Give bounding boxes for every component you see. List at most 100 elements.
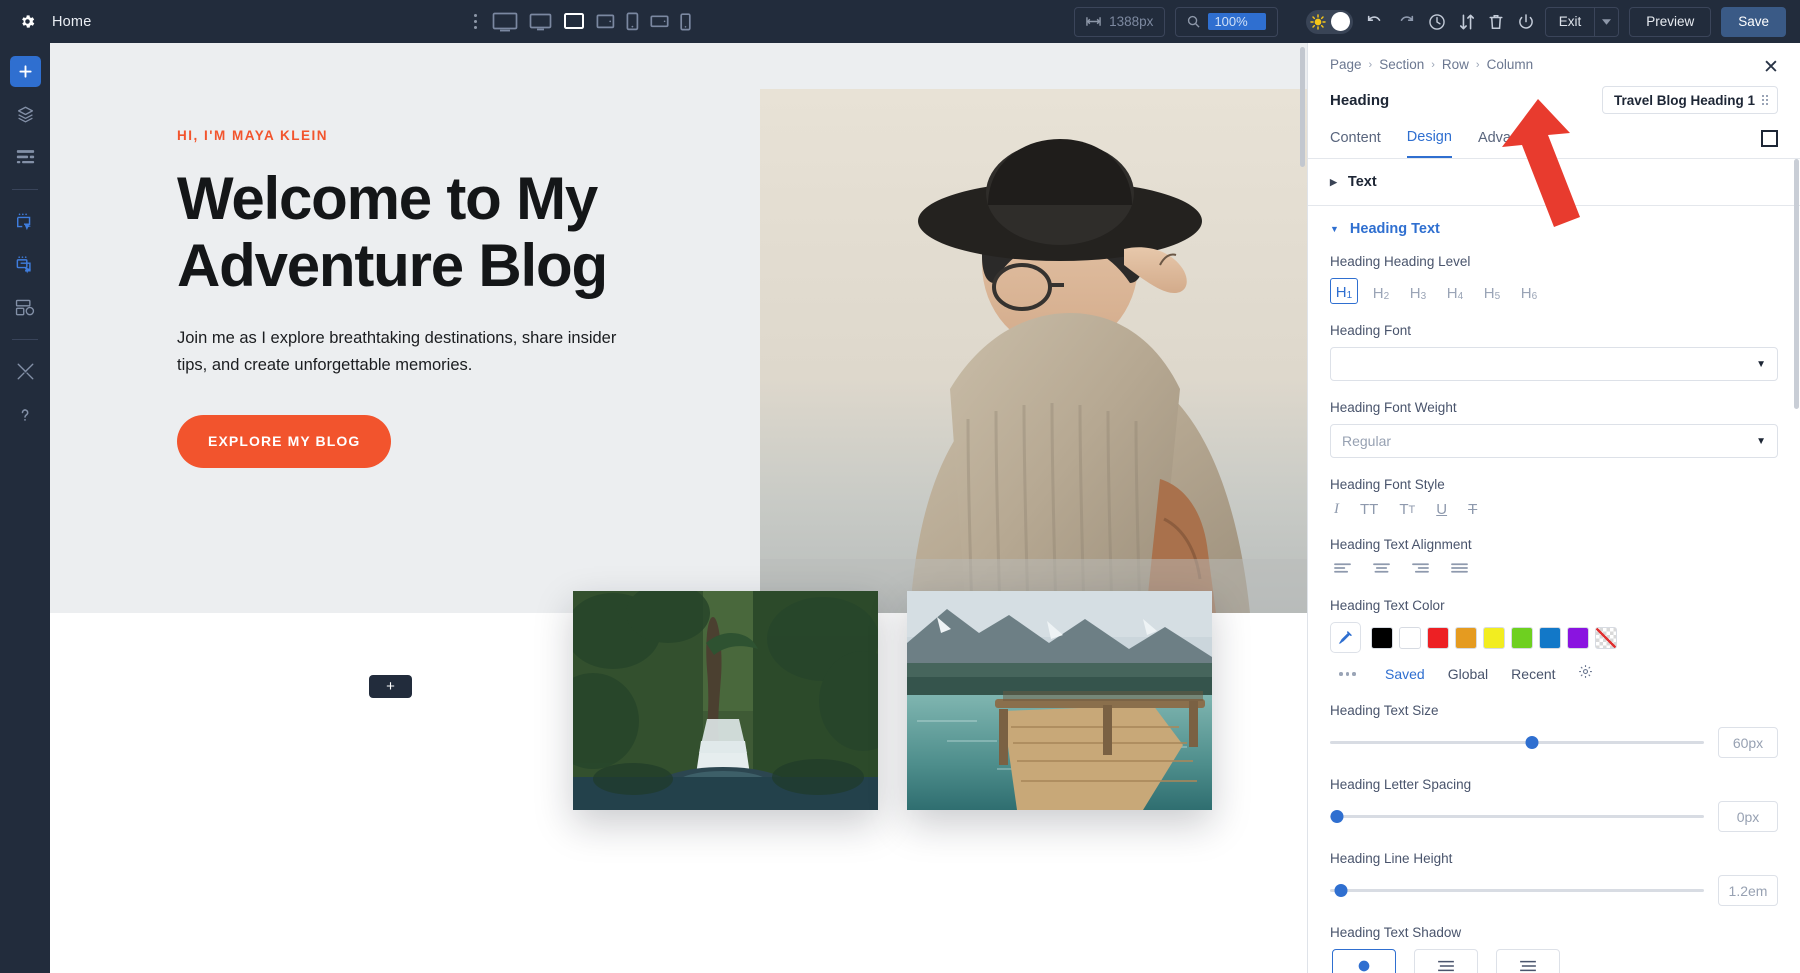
color-swatch-black[interactable]	[1371, 627, 1393, 649]
heading-text-size-slider[interactable]: 60px	[1330, 727, 1778, 758]
align-right-icon[interactable]	[1412, 561, 1429, 579]
color-swatch-yellow[interactable]	[1483, 627, 1505, 649]
power-icon[interactable]	[1517, 13, 1535, 31]
device-desktop-icon[interactable]	[492, 12, 518, 32]
help-icon[interactable]	[10, 399, 41, 430]
heading-level-h5[interactable]: H5	[1478, 278, 1506, 304]
heading-letter-spacing-slider[interactable]: 0px	[1330, 801, 1778, 832]
explore-my-blog-button[interactable]: EXPLORE MY BLOG	[177, 415, 391, 468]
panel-scroll-area[interactable]: ▶ Text ▼ Heading Text Heading Heading Le…	[1308, 159, 1800, 973]
color-swatch-green[interactable]	[1511, 627, 1533, 649]
breadcrumb-page[interactable]: Page	[1330, 57, 1362, 72]
gallery-image-waterfall[interactable]	[573, 591, 878, 810]
redo-icon[interactable]	[1397, 14, 1415, 29]
slider-track[interactable]	[1330, 889, 1704, 892]
text-shadow-preset-1[interactable]	[1414, 949, 1478, 973]
history-icon[interactable]	[1428, 13, 1446, 31]
slider-knob[interactable]	[1525, 736, 1538, 749]
chevron-down-icon[interactable]	[1594, 8, 1618, 36]
heading-level-h3[interactable]: H3	[1404, 278, 1432, 304]
module-badge[interactable]: Travel Blog Heading 1	[1602, 86, 1778, 114]
device-phone-landscape-icon[interactable]	[650, 15, 669, 28]
color-tab-global[interactable]: Global	[1448, 666, 1488, 682]
slider-knob[interactable]	[1335, 884, 1348, 897]
heading-level-h4[interactable]: H4	[1441, 278, 1469, 304]
color-tab-saved[interactable]: Saved	[1385, 666, 1425, 682]
device-tablet-landscape-icon[interactable]	[596, 14, 615, 29]
hero-text-column[interactable]: HI, I'M MAYA KLEIN Welcome to My Adventu…	[50, 43, 715, 613]
align-justify-icon[interactable]	[1451, 561, 1468, 579]
device-tablet-icon[interactable]	[626, 12, 639, 31]
settings-grid-icon[interactable]	[10, 292, 41, 323]
italic-icon[interactable]: I	[1334, 501, 1339, 518]
eyedropper-icon[interactable]	[1330, 622, 1361, 653]
more-colors-icon[interactable]	[1330, 672, 1365, 676]
add-section-button[interactable]: +	[369, 675, 412, 698]
color-swatch-white[interactable]	[1399, 627, 1421, 649]
zoom-field[interactable]: 100%	[1175, 7, 1277, 37]
sort-icon[interactable]	[1459, 13, 1475, 31]
section-heading-text[interactable]: ▼ Heading Text	[1308, 206, 1800, 252]
uppercase-icon[interactable]: TT	[1360, 501, 1378, 518]
heading-font-weight-select[interactable]: Regular ▼	[1330, 424, 1778, 458]
tab-content[interactable]: Content	[1330, 130, 1381, 157]
heading-line-height-value[interactable]: 1.2em	[1718, 875, 1778, 906]
heading-text-size-value[interactable]: 60px	[1718, 727, 1778, 758]
heading-letter-spacing-value[interactable]: 0px	[1718, 801, 1778, 832]
slider-knob[interactable]	[1331, 810, 1344, 823]
breadcrumb-column[interactable]: Column	[1487, 57, 1534, 72]
wireframe-toggle[interactable]	[1306, 10, 1353, 34]
heading-font-select[interactable]: ▼	[1330, 347, 1778, 381]
viewport-width-field[interactable]: 1388px	[1074, 7, 1165, 37]
fullscreen-toggle-icon[interactable]	[1761, 130, 1778, 147]
hero-paragraph[interactable]: Join me as I explore breathtaking destin…	[177, 325, 632, 378]
hero-heading[interactable]: Welcome to My Adventure Blog	[177, 165, 647, 299]
layers-icon[interactable]	[10, 99, 41, 130]
more-options-icon[interactable]	[474, 14, 477, 29]
trash-icon[interactable]	[1488, 13, 1504, 31]
slider-track[interactable]	[1330, 741, 1704, 744]
close-icon[interactable]: ✕	[1760, 56, 1782, 78]
text-shadow-preset-2[interactable]	[1496, 949, 1560, 973]
gear-icon[interactable]	[16, 11, 38, 33]
breadcrumb-row[interactable]: Row	[1442, 57, 1469, 72]
preview-button[interactable]: Preview	[1629, 7, 1711, 37]
color-swatch-orange[interactable]	[1455, 627, 1477, 649]
tab-advanced[interactable]: Advanced	[1478, 130, 1543, 157]
strikethrough-icon[interactable]: T	[1468, 501, 1477, 518]
duplicate-element-icon[interactable]	[10, 249, 41, 280]
heading-level-h1[interactable]: H1	[1330, 278, 1358, 304]
text-shadow-none[interactable]	[1332, 949, 1396, 973]
exit-button[interactable]: Exit	[1545, 7, 1620, 37]
heading-level-h2[interactable]: H2	[1367, 278, 1395, 304]
slider-track[interactable]	[1330, 815, 1704, 818]
panel-scrollbar[interactable]	[1794, 159, 1799, 409]
undo-icon[interactable]	[1366, 14, 1384, 29]
align-left-icon[interactable]	[1334, 561, 1351, 579]
color-swatch-blue[interactable]	[1539, 627, 1561, 649]
capitalize-icon[interactable]: TT	[1399, 501, 1415, 518]
select-element-icon[interactable]	[10, 206, 41, 237]
device-phone-icon[interactable]	[680, 13, 691, 31]
color-tab-recent[interactable]: Recent	[1511, 666, 1555, 682]
heading-level-h6[interactable]: H6	[1515, 278, 1543, 304]
page-canvas[interactable]: HI, I'M MAYA KLEIN Welcome to My Adventu…	[50, 43, 1307, 973]
underline-icon[interactable]: U	[1436, 501, 1447, 518]
tools-icon[interactable]	[10, 356, 41, 387]
tab-design[interactable]: Design	[1407, 129, 1452, 158]
list-icon[interactable]	[10, 142, 41, 173]
add-icon[interactable]	[10, 56, 41, 87]
device-laptop-icon[interactable]	[563, 12, 585, 31]
section-text[interactable]: ▶ Text	[1308, 159, 1800, 205]
canvas-scrollbar[interactable]	[1300, 47, 1305, 167]
gear-icon[interactable]	[1578, 664, 1593, 684]
align-center-icon[interactable]	[1373, 561, 1390, 579]
drag-handle-icon[interactable]	[1762, 95, 1768, 105]
color-swatch-red[interactable]	[1427, 627, 1449, 649]
color-swatch-purple[interactable]	[1567, 627, 1589, 649]
color-swatch-transparent[interactable]	[1595, 627, 1617, 649]
heading-line-height-slider[interactable]: 1.2em	[1330, 875, 1778, 906]
gallery-image-pier[interactable]	[907, 591, 1212, 810]
save-button[interactable]: Save	[1721, 7, 1786, 37]
breadcrumb-section[interactable]: Section	[1379, 57, 1424, 72]
